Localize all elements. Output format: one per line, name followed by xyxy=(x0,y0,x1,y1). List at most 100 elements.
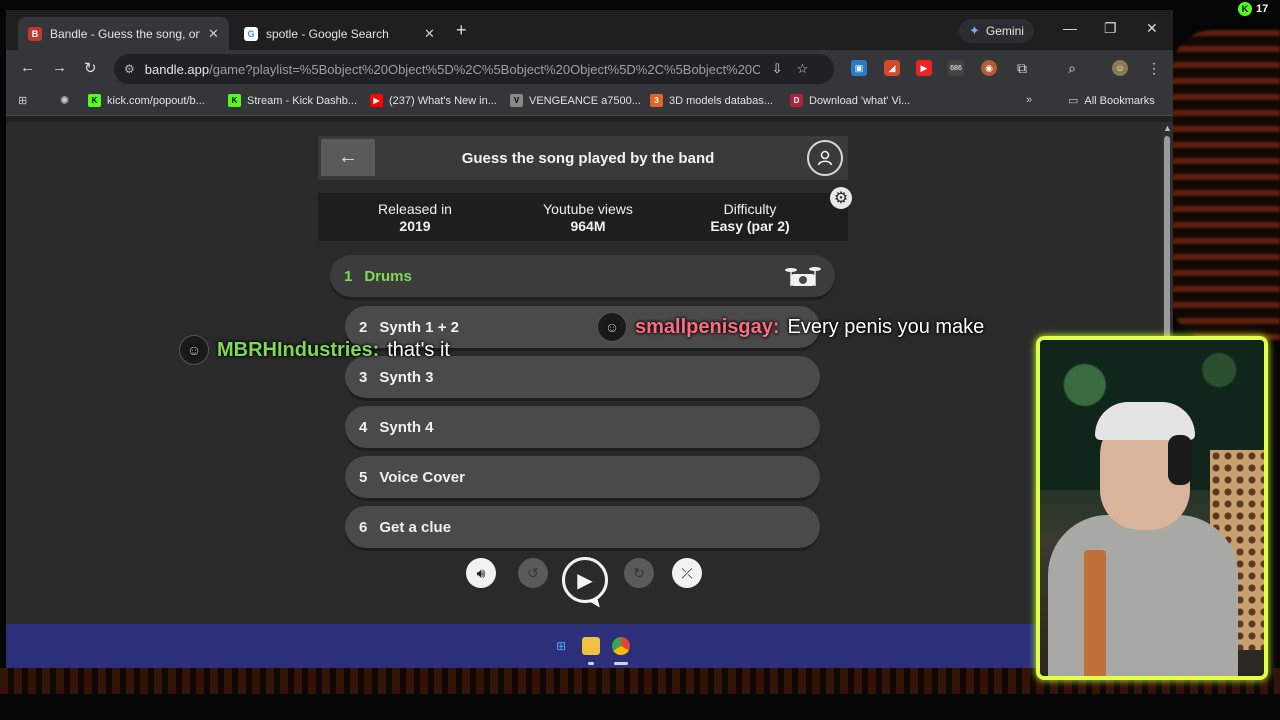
apps-grid-icon[interactable]: ⊞ xyxy=(18,94,27,107)
released-stat: Released in 2019 xyxy=(370,201,460,235)
chat-username: MBRHIndustries: xyxy=(217,338,380,361)
track-row-synth-4[interactable]: 4 Synth 4 xyxy=(345,406,820,448)
url-path: /game?playlist=%5Bobject%20Object%5D%2C%… xyxy=(209,61,760,77)
chat-text: that's it xyxy=(387,338,450,361)
extension-badge: 686 xyxy=(950,64,962,72)
track-row-get-a-clue[interactable]: 6 Get a clue xyxy=(345,506,820,548)
background-glow xyxy=(1172,30,1280,340)
forward-nav-button[interactable]: → xyxy=(52,59,67,76)
bookmark-item[interactable]: ▶ (237) What's New in... xyxy=(370,94,497,107)
close-window-button[interactable]: ✕ xyxy=(1146,20,1158,37)
chat-username: smallpenisgay: xyxy=(635,315,780,338)
track-row-drums[interactable]: 1 Drums xyxy=(330,255,835,297)
profile-avatar[interactable]: ☺ xyxy=(1112,60,1128,76)
chat-text: Every penis you make xyxy=(787,315,985,338)
settings-gear-icon[interactable]: ⚙ xyxy=(830,187,852,209)
gemini-label: Gemini xyxy=(985,24,1024,38)
difficulty-value: Easy (par 2) xyxy=(710,218,790,234)
song-stats-panel: Released in 2019 Youtube views 964M Diff… xyxy=(318,193,848,241)
menu-kebab-icon[interactable]: ⋮ xyxy=(1146,60,1162,76)
extension-icon[interactable]: ◉ xyxy=(981,60,997,76)
more-bookmarks-icon[interactable]: » xyxy=(1026,94,1032,106)
chrome-icon[interactable] xyxy=(612,637,630,655)
chat-message: ☺ smallpenisgay: Every penis you make xyxy=(597,312,984,342)
track-label: Synth 3 xyxy=(379,368,434,386)
gemini-button[interactable]: ✦ Gemini xyxy=(959,19,1034,43)
kick-icon: K xyxy=(228,94,241,107)
scroll-up-icon[interactable]: ▲ xyxy=(1163,123,1172,133)
bookmark-label: kick.com/popout/b... xyxy=(107,94,205,107)
released-value: 2019 xyxy=(399,218,431,234)
scrollbar-thumb[interactable] xyxy=(1164,136,1170,346)
active-indicator xyxy=(614,662,628,665)
windows-start-icon[interactable]: ⊞ xyxy=(552,637,570,655)
tab-spotle-search[interactable]: G spotle - Google Search ✕ xyxy=(234,17,445,50)
url-text: bandle.app/game?playlist=%5Bobject%20Obj… xyxy=(145,62,760,77)
extension-badge-icon[interactable]: 686 xyxy=(948,60,964,76)
webcam-feed xyxy=(1036,336,1268,680)
address-bar[interactable]: ⚙ bandle.app/game?playlist=%5Bobject%20O… xyxy=(114,54,834,84)
user-avatar-icon: ☺ xyxy=(179,335,209,365)
drum-kit-icon xyxy=(785,267,821,286)
rewind-5-icon[interactable]: ↺ xyxy=(518,558,548,588)
bookmark-item[interactable]: D Download 'what' Vi... xyxy=(790,94,910,107)
microphone xyxy=(1084,550,1106,676)
google-favicon-icon: G xyxy=(244,26,258,41)
running-indicator xyxy=(588,662,594,665)
track-number: 2 xyxy=(359,318,368,336)
extension-icon[interactable]: ▣ xyxy=(851,60,867,76)
tab-title: spotle - Google Search xyxy=(266,26,389,41)
youtube-extension-icon[interactable]: ▶ xyxy=(916,60,932,76)
vengeance-icon: V xyxy=(510,94,523,107)
close-tab-icon[interactable]: ✕ xyxy=(208,26,219,42)
user-profile-icon[interactable] xyxy=(807,140,843,176)
user-avatar-icon: ☺ xyxy=(597,312,627,342)
puzzle-extensions-icon[interactable]: ⧉ xyxy=(1014,60,1030,76)
3d-models-icon: 3 xyxy=(650,94,663,107)
close-tab-icon[interactable]: ✕ xyxy=(424,26,435,42)
track-row-voice-cover[interactable]: 5 Voice Cover xyxy=(345,456,820,498)
bookmark-item[interactable]: Kkick.com/popout/b... xyxy=(88,94,205,107)
bookmark-item[interactable]: 3 3D models databas... xyxy=(650,94,773,107)
youtube-icon: ▶ xyxy=(370,94,383,107)
track-number: 1 xyxy=(344,267,353,285)
skip-icon[interactable]: ⤫ xyxy=(672,558,702,588)
new-tab-button[interactable]: + xyxy=(456,20,467,41)
released-label: Released in xyxy=(378,201,452,217)
track-label: Synth 1 + 2 xyxy=(379,318,459,336)
bookmark-star-icon[interactable]: ☆ xyxy=(797,61,809,77)
bookmark-item[interactable]: V VENGEANCE a7500... xyxy=(510,94,641,107)
back-arrow-button[interactable]: ← xyxy=(321,139,375,176)
reload-button[interactable]: ↻ xyxy=(84,59,97,77)
kick-icon: K xyxy=(88,94,101,107)
difficulty-label: Difficulty xyxy=(723,201,777,217)
forward-5-icon[interactable]: ↻ xyxy=(624,558,654,588)
views-stat: Youtube views 964M xyxy=(528,201,648,235)
extension-icon[interactable]: ◢ xyxy=(884,60,900,76)
file-explorer-icon[interactable] xyxy=(582,637,600,655)
minimize-button[interactable]: — xyxy=(1063,20,1077,36)
site-info-icon[interactable]: ⚙ xyxy=(124,62,135,76)
streamer-body xyxy=(1048,515,1238,676)
url-host: bandle.app xyxy=(144,61,210,77)
viewer-count: 17 xyxy=(1256,3,1269,15)
views-label: Youtube views xyxy=(543,201,633,217)
bookmarks-bar: ⊞ ✺ Kkick.com/popout/b... K Stream - Kick… xyxy=(6,88,1173,116)
install-app-icon[interactable]: ⇩ xyxy=(772,61,783,77)
all-bookmarks-folder[interactable]: ▭ All Bookmarks xyxy=(1068,94,1155,108)
play-button[interactable]: ▶ xyxy=(562,557,608,603)
bookmark-label: VENGEANCE a7500... xyxy=(529,94,641,107)
bookmark-item[interactable]: K Stream - Kick Dashb... xyxy=(228,94,357,107)
views-value: 964M xyxy=(570,218,606,234)
chatgpt-bookmark-icon[interactable]: ✺ xyxy=(60,94,69,107)
back-nav-button[interactable]: ← xyxy=(20,59,35,76)
volume-icon[interactable]: 🔊︎ xyxy=(466,558,496,588)
bookmark-label: Stream - Kick Dashb... xyxy=(247,94,358,107)
tab-bandle[interactable]: B Bandle - Guess the song, one in ✕ xyxy=(18,17,229,50)
folder-icon: ▭ xyxy=(1068,95,1079,107)
restore-button[interactable]: ❐ xyxy=(1104,20,1117,37)
os-taskbar: ⊞ xyxy=(6,624,1173,668)
tab-strip: B Bandle - Guess the song, one in ✕ G sp… xyxy=(6,10,1173,50)
tab-search-icon[interactable]: ⌕ xyxy=(1064,60,1080,76)
game-title: Guess the song played by the band xyxy=(461,149,715,167)
